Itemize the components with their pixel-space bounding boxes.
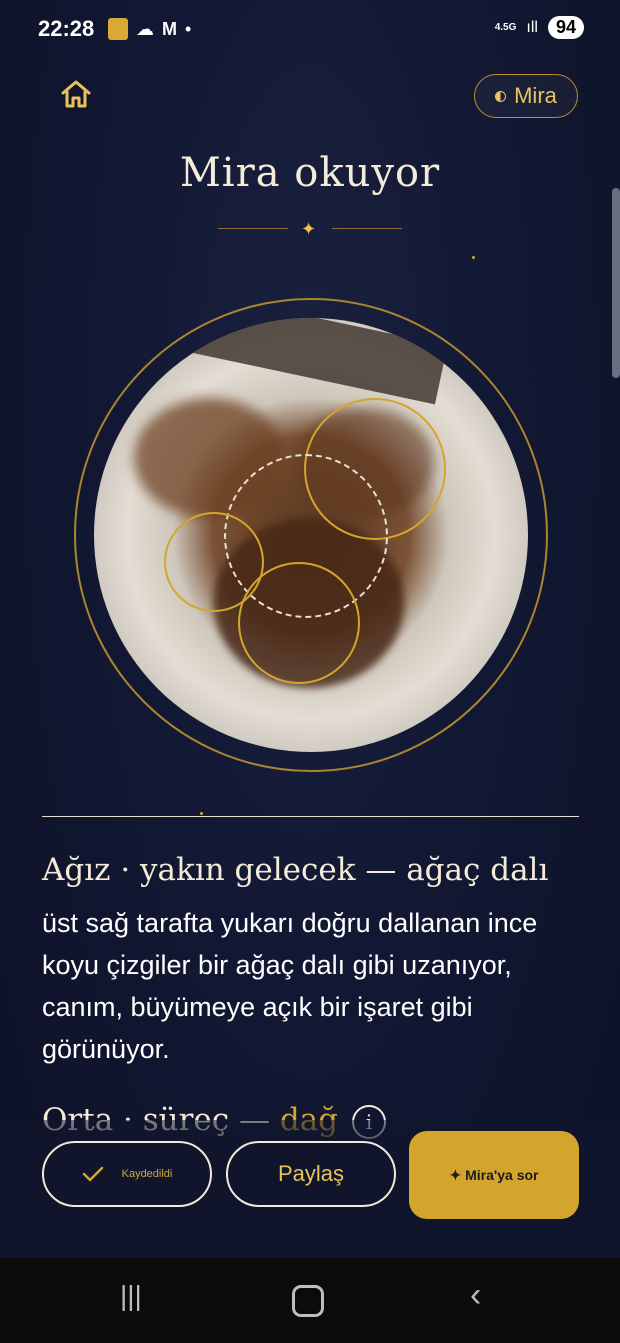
mira-profile-button[interactable]: Mira xyxy=(474,74,578,118)
divider-left xyxy=(218,228,288,229)
check-icon xyxy=(82,1166,103,1182)
symbol-marker-mountain[interactable] xyxy=(238,562,360,684)
page-title: Mira okuyor xyxy=(179,150,441,196)
signal-icon: ıll xyxy=(526,18,538,36)
mira-label: Mira xyxy=(514,83,557,108)
sparkle-icon: ✦ xyxy=(301,219,317,239)
battery-icon: 94 xyxy=(547,16,584,39)
ask-mira-label: ✦ Mira'ya sor xyxy=(449,1166,539,1183)
saved-label: Kaydedildi xyxy=(121,1168,173,1180)
cloud-icon: ☁ xyxy=(136,18,154,39)
home-button[interactable] xyxy=(58,76,94,112)
divider-right xyxy=(332,228,402,229)
gmail-icon: M xyxy=(162,18,177,39)
section-divider xyxy=(42,816,579,817)
reading-section-title: Ağız · yakın gelecek — ağaç dalı xyxy=(42,852,549,888)
scrollbar[interactable] xyxy=(612,188,620,378)
share-button[interactable]: Paylaş xyxy=(226,1141,396,1207)
star-dot xyxy=(472,256,475,259)
home-icon xyxy=(61,80,91,108)
dot-icon: • xyxy=(185,18,192,39)
saved-button[interactable]: Kaydedildi xyxy=(42,1141,212,1207)
back-icon[interactable]: ‹ xyxy=(470,1276,481,1315)
status-time: 22:28 xyxy=(38,16,95,41)
home-nav-icon[interactable] xyxy=(292,1285,324,1317)
notification-icon xyxy=(108,18,128,40)
moon-icon xyxy=(495,90,507,102)
ask-mira-button[interactable]: ✦ Mira'ya sor xyxy=(409,1131,579,1219)
share-label: Paylaş xyxy=(277,1161,345,1186)
recents-icon[interactable]: ||| xyxy=(120,1280,142,1312)
coffee-cup-photo xyxy=(94,318,528,752)
status-right: 4.5G ıll 94 xyxy=(495,16,584,39)
network-icon: 4.5G xyxy=(494,21,517,33)
battery-level: 94 xyxy=(555,17,576,37)
star-dot xyxy=(200,812,203,815)
reading-body: üst sağ tarafta yukarı doğru dallanan in… xyxy=(42,908,538,1064)
status-icons: ☁ M • xyxy=(108,18,191,40)
